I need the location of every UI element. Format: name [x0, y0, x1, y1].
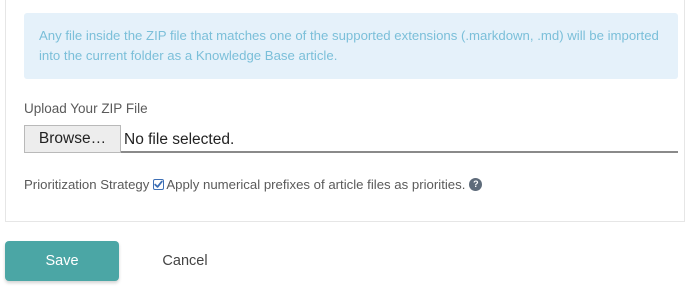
file-status-text: No file selected.	[124, 131, 235, 148]
priority-prefix-checkbox[interactable]	[153, 178, 165, 190]
info-message-text: Any file inside the ZIP file that matche…	[39, 28, 659, 63]
prioritization-strategy-row: Prioritization Strategy Apply numerical …	[24, 175, 483, 193]
file-upload-field[interactable]: Browse… No file selected.	[24, 125, 678, 153]
prioritization-label: Prioritization Strategy	[24, 176, 150, 192]
import-panel: Any file inside the ZIP file that matche…	[5, 0, 685, 222]
browse-button[interactable]: Browse…	[24, 125, 121, 153]
checkbox-label[interactable]: Apply numerical prefixes of article file…	[166, 177, 465, 192]
cancel-button[interactable]: Cancel	[150, 241, 220, 281]
question-circle-icon[interactable]: ?	[469, 177, 483, 191]
save-button[interactable]: Save	[5, 241, 119, 281]
upload-label: Upload Your ZIP File	[24, 101, 148, 116]
info-message-box: Any file inside the ZIP file that matche…	[24, 13, 678, 79]
checkmark-icon	[154, 180, 164, 188]
import-form-page: Any file inside the ZIP file that matche…	[0, 0, 686, 289]
